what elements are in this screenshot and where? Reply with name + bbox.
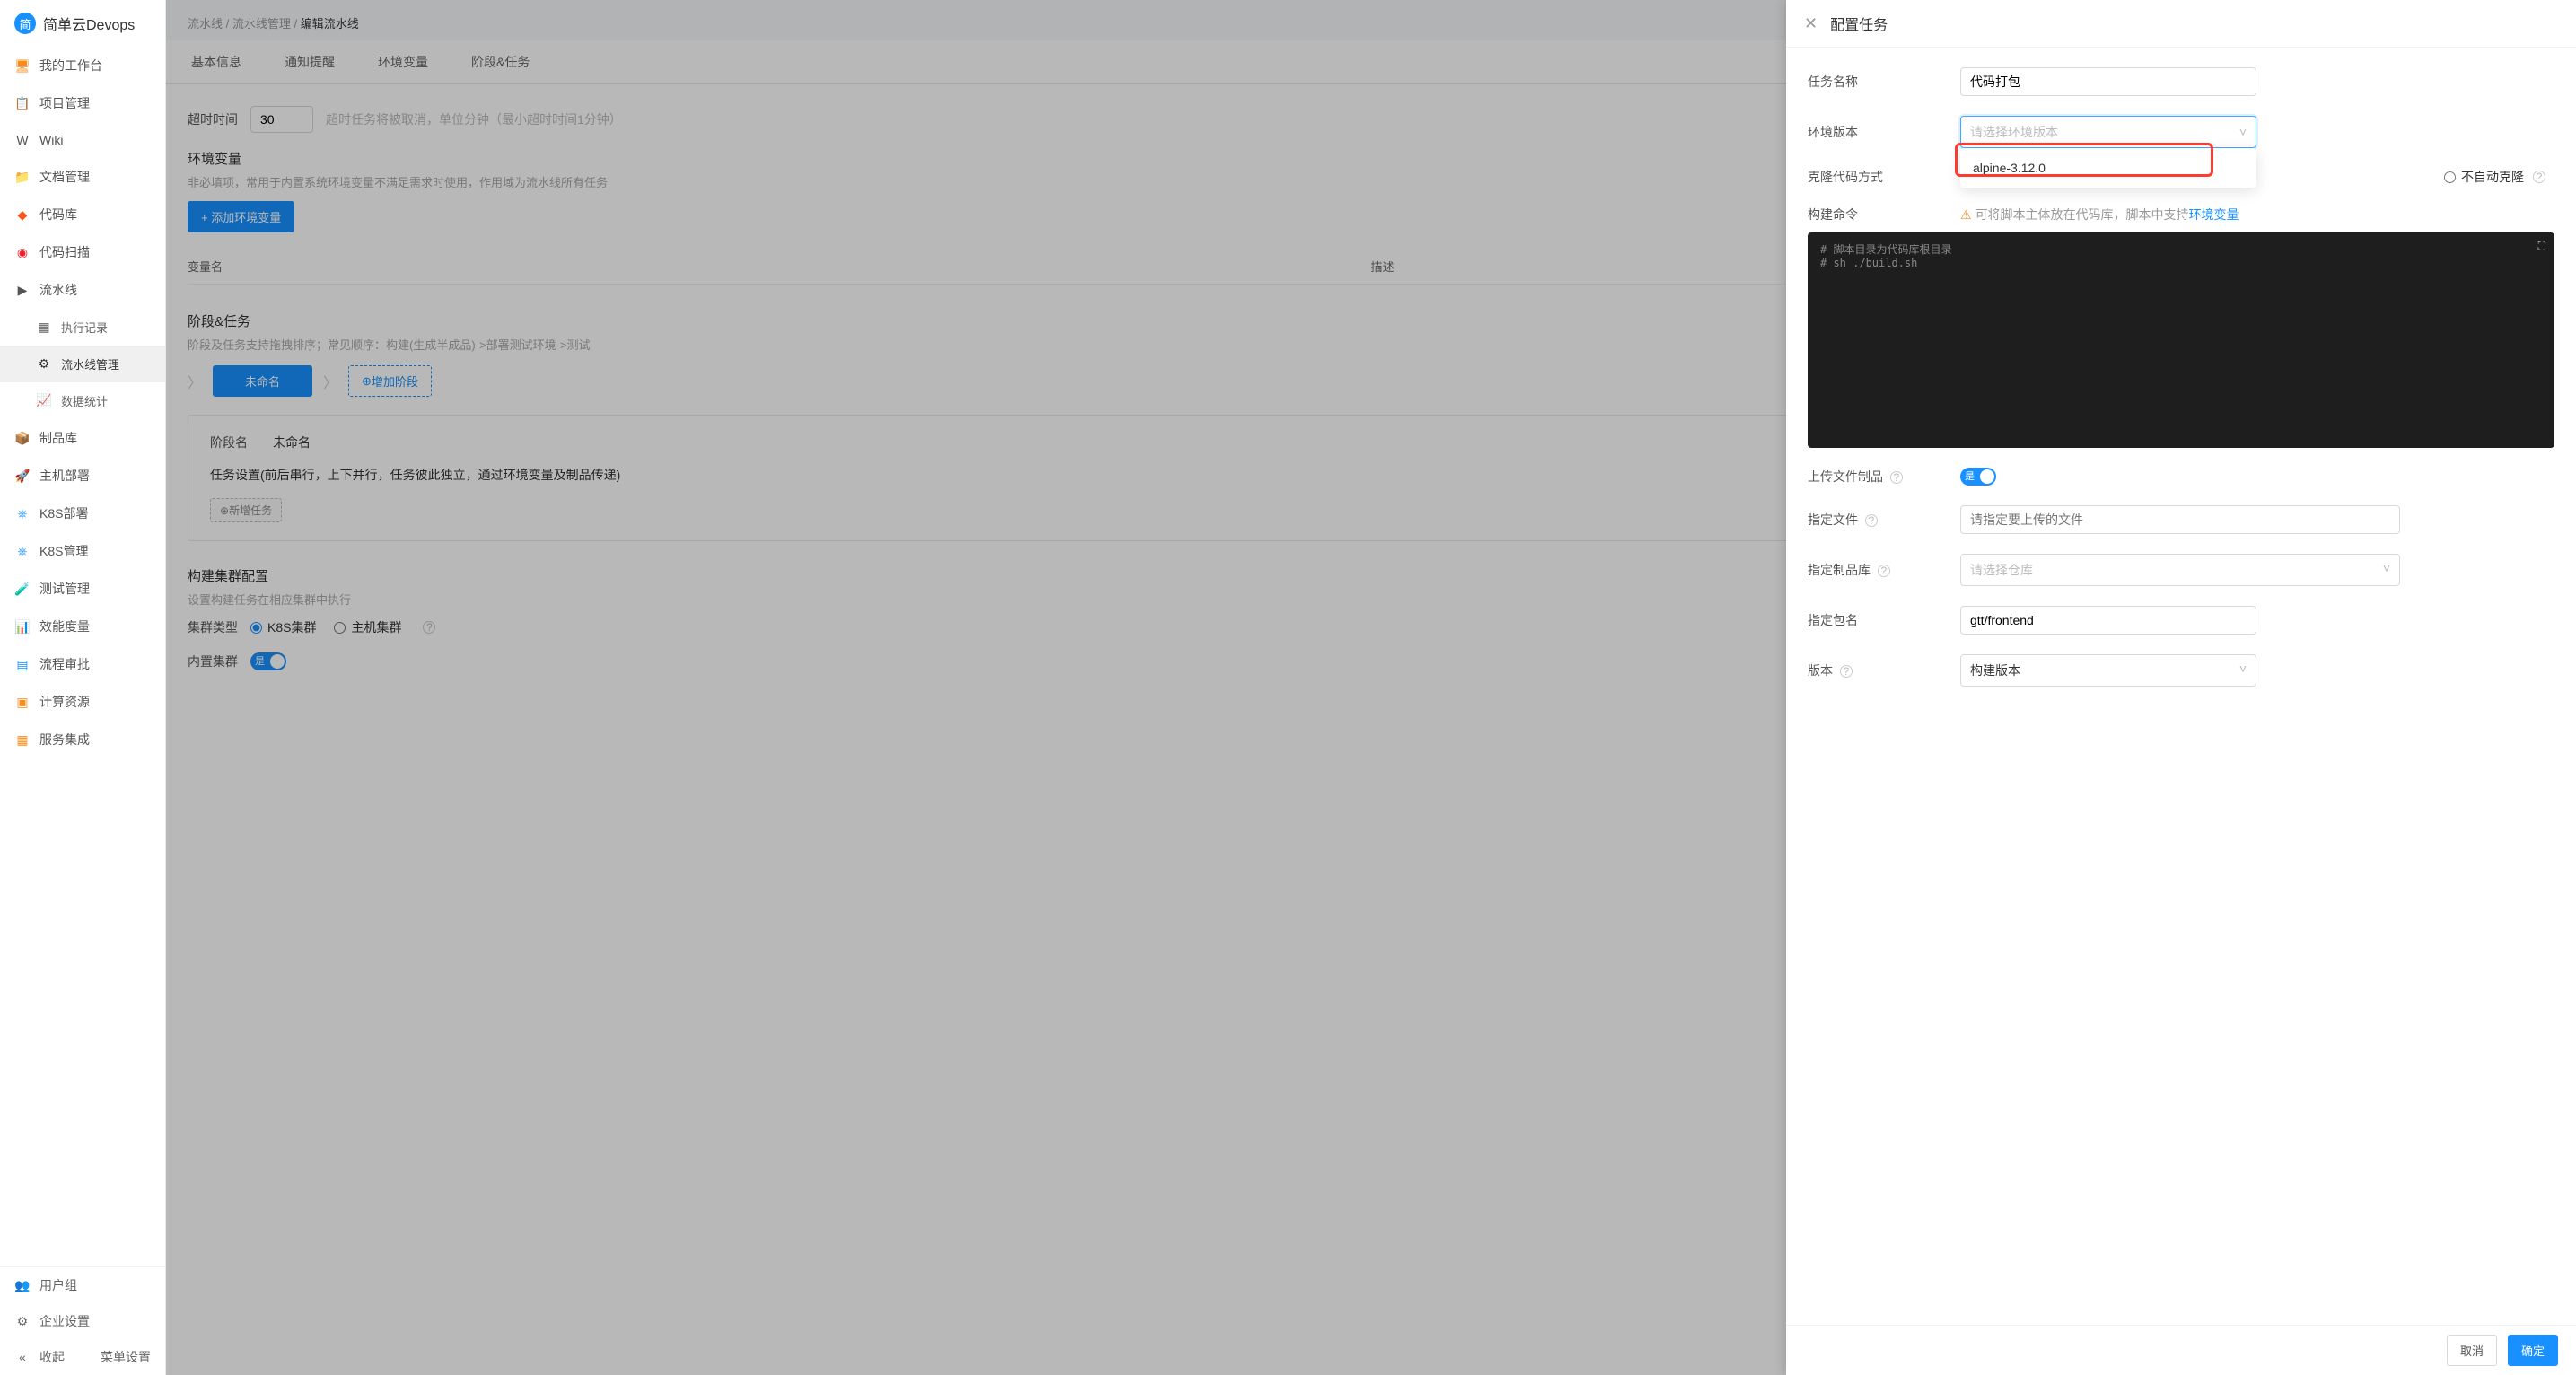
nav-icon: ⎈: [14, 505, 31, 521]
sidebar-subitem[interactable]: ⚙流水线管理: [0, 346, 165, 382]
build-cmd-label: 构建命令: [1808, 206, 1960, 223]
sidebar-item[interactable]: ⎈K8S部署: [0, 495, 165, 532]
collapse-label[interactable]: 收起: [39, 1348, 65, 1366]
nav-icon: W: [14, 132, 31, 148]
upload-label: 上传文件制品 ?: [1808, 468, 1960, 486]
close-icon[interactable]: ✕: [1804, 14, 1818, 33]
sidebar-item[interactable]: 🧪测试管理: [0, 570, 165, 608]
brand-name: 简单云Devops: [43, 13, 135, 34]
gear-icon: ⚙: [14, 1313, 31, 1329]
nav-icon: 📊: [14, 618, 31, 635]
brand: 简 简单云Devops: [0, 0, 165, 47]
radio-no-clone[interactable]: 不自动克隆?: [2444, 168, 2545, 186]
ver-select[interactable]: 构建版本 ˅: [1960, 654, 2256, 687]
pkg-input[interactable]: [1960, 606, 2256, 635]
pkg-label: 指定包名: [1808, 611, 1960, 629]
sidebar-subitem[interactable]: ▦执行记录: [0, 309, 165, 346]
sidebar-item[interactable]: WWiki: [0, 122, 165, 158]
sidebar-item[interactable]: 📦制品库: [0, 419, 165, 457]
nav-icon: ⚙: [36, 356, 52, 372]
nav-icon: ◆: [14, 206, 31, 223]
sidebar-item[interactable]: ▶流水线: [0, 271, 165, 309]
main: 流水线 / 流水线管理 / 编辑流水线 基本信息通知提醒环境变量阶段&任务 超时…: [166, 0, 2576, 1375]
help-icon[interactable]: ?: [1840, 665, 1853, 678]
help-icon[interactable]: ?: [1865, 514, 1878, 527]
sidebar-item[interactable]: ◉代码扫描: [0, 233, 165, 271]
task-name-input[interactable]: [1960, 67, 2256, 96]
nav-icon: ▦: [14, 731, 31, 748]
drawer: ✕ 配置任务 任务名称 环境版本 请选择环境版本 ˅: [1786, 0, 2576, 1375]
env-var-link[interactable]: 环境变量: [2189, 206, 2239, 223]
confirm-button[interactable]: 确定: [2508, 1335, 2558, 1366]
ver-label: 版本 ?: [1808, 661, 1960, 679]
nav-icon: 🖥: [14, 57, 31, 74]
help-icon[interactable]: ?: [2533, 171, 2545, 183]
help-icon[interactable]: ?: [1890, 471, 1903, 484]
warn-icon: ⚠: [1960, 207, 1972, 223]
nav-footer: 👥 用户组 ⚙ 企业设置 « 收起 菜单设置: [0, 1266, 165, 1375]
nav-icon: 🚀: [14, 468, 31, 484]
code-editor[interactable]: # 脚本目录为代码库根目录 # sh ./build.sh ⛶: [1808, 232, 2554, 448]
brand-logo: 简: [14, 13, 36, 34]
sidebar-item[interactable]: 📁文档管理: [0, 158, 165, 196]
cancel-button[interactable]: 取消: [2447, 1335, 2497, 1366]
file-label: 指定文件 ?: [1808, 511, 1960, 529]
expand-icon[interactable]: ⛶: [2538, 240, 2545, 253]
sidebar-item[interactable]: ▣计算资源: [0, 683, 165, 721]
env-version-select[interactable]: 请选择环境版本 ˅: [1960, 116, 2256, 148]
sidebar-item[interactable]: ⎈K8S管理: [0, 532, 165, 570]
nav-icon: ◉: [14, 244, 31, 260]
nav-icon: 📦: [14, 430, 31, 446]
sidebar-item[interactable]: ◆代码库: [0, 196, 165, 233]
task-name-label: 任务名称: [1808, 73, 1960, 91]
nav-icon: ⎈: [14, 543, 31, 559]
drawer-head: ✕ 配置任务: [1786, 0, 2576, 48]
drawer-foot: 取消 确定: [1786, 1325, 2576, 1375]
sidebar-item[interactable]: 📊效能度量: [0, 608, 165, 645]
sidebar-item[interactable]: ▤流程审批: [0, 645, 165, 683]
env-version-dropdown: alpine-3.12.0: [1960, 148, 2256, 188]
sidebar-subitem[interactable]: 📈数据统计: [0, 382, 165, 419]
repo-select[interactable]: 请选择仓库 ˅: [1960, 554, 2400, 586]
upload-toggle[interactable]: 是: [1960, 468, 1996, 486]
menu-settings[interactable]: 菜单设置: [101, 1348, 151, 1366]
file-input[interactable]: [1960, 505, 2400, 534]
chevron-down-icon: ˅: [2239, 661, 2247, 679]
nav-icon: 🧪: [14, 581, 31, 597]
nav-icon: 📈: [36, 393, 52, 409]
nav: 🖥我的工作台📋项目管理WWiki📁文档管理◆代码库◉代码扫描▶流水线▦执行记录⚙…: [0, 47, 165, 1266]
nav-icon: 📋: [14, 95, 31, 111]
nav-icon: ▤: [14, 656, 31, 672]
nav-collapse-row: « 收起 菜单设置: [0, 1339, 165, 1375]
collapse-icon[interactable]: «: [14, 1349, 31, 1365]
build-cmd-warn: 可将脚本主体放在代码库，脚本中支持: [1976, 206, 2189, 223]
drawer-body: 任务名称 环境版本 请选择环境版本 ˅ alpine-3.12.0: [1786, 48, 2576, 1325]
sidebar: 简 简单云Devops 🖥我的工作台📋项目管理WWiki📁文档管理◆代码库◉代码…: [0, 0, 166, 1375]
nav-icon: ▣: [14, 694, 31, 710]
chevron-down-icon: ˅: [2383, 561, 2390, 579]
chevron-down-icon: ˅: [2239, 125, 2247, 139]
help-icon[interactable]: ?: [1878, 565, 1890, 577]
drawer-title: 配置任务: [1830, 13, 1888, 34]
sidebar-item[interactable]: 📋项目管理: [0, 84, 165, 122]
sidebar-item[interactable]: 🖥我的工作台: [0, 47, 165, 84]
nav-icon: ▦: [36, 320, 52, 336]
env-version-label: 环境版本: [1808, 123, 1960, 141]
nav-enterprise[interactable]: ⚙ 企业设置: [0, 1303, 165, 1339]
nav-user-group[interactable]: 👥 用户组: [0, 1267, 165, 1303]
nav-icon: 📁: [14, 169, 31, 185]
nav-icon: ▶: [14, 282, 31, 298]
repo-label: 指定制品库 ?: [1808, 561, 1960, 579]
user-group-icon: 👥: [14, 1277, 31, 1293]
sidebar-item[interactable]: 🚀主机部署: [0, 457, 165, 495]
env-version-option[interactable]: alpine-3.12.0: [1960, 153, 2256, 182]
sidebar-item[interactable]: ▦服务集成: [0, 721, 165, 758]
clone-label: 克隆代码方式: [1808, 168, 1960, 186]
